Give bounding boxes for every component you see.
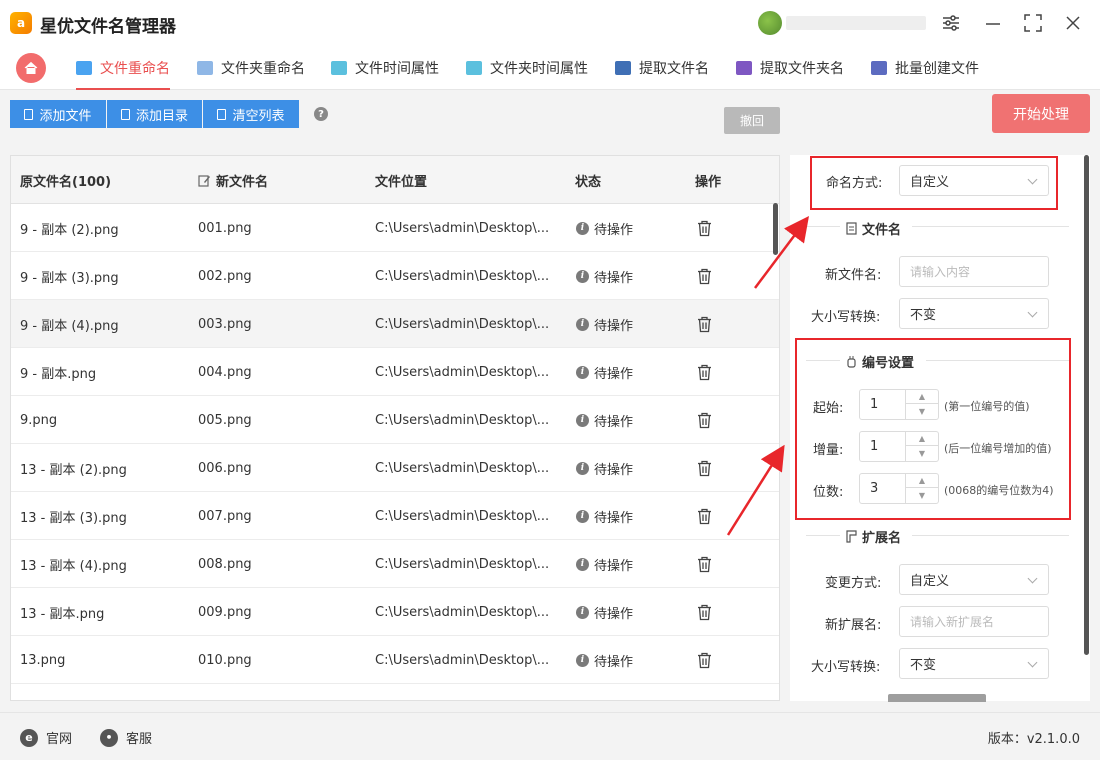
ie-icon: e xyxy=(20,728,38,747)
version-text: 版本：v2.1.0.0 xyxy=(987,732,1080,747)
support-link[interactable]: • 客服 xyxy=(100,728,152,747)
arrow-to-naming-mode xyxy=(754,216,809,289)
annotation-arrows xyxy=(726,216,809,536)
website-link[interactable]: e 官网 xyxy=(20,728,72,747)
arrow-to-numbering xyxy=(726,444,785,536)
chat-icon: • xyxy=(100,728,118,747)
footer: e 官网 • 客服 版本：v2.1.0.0 xyxy=(0,712,1100,760)
